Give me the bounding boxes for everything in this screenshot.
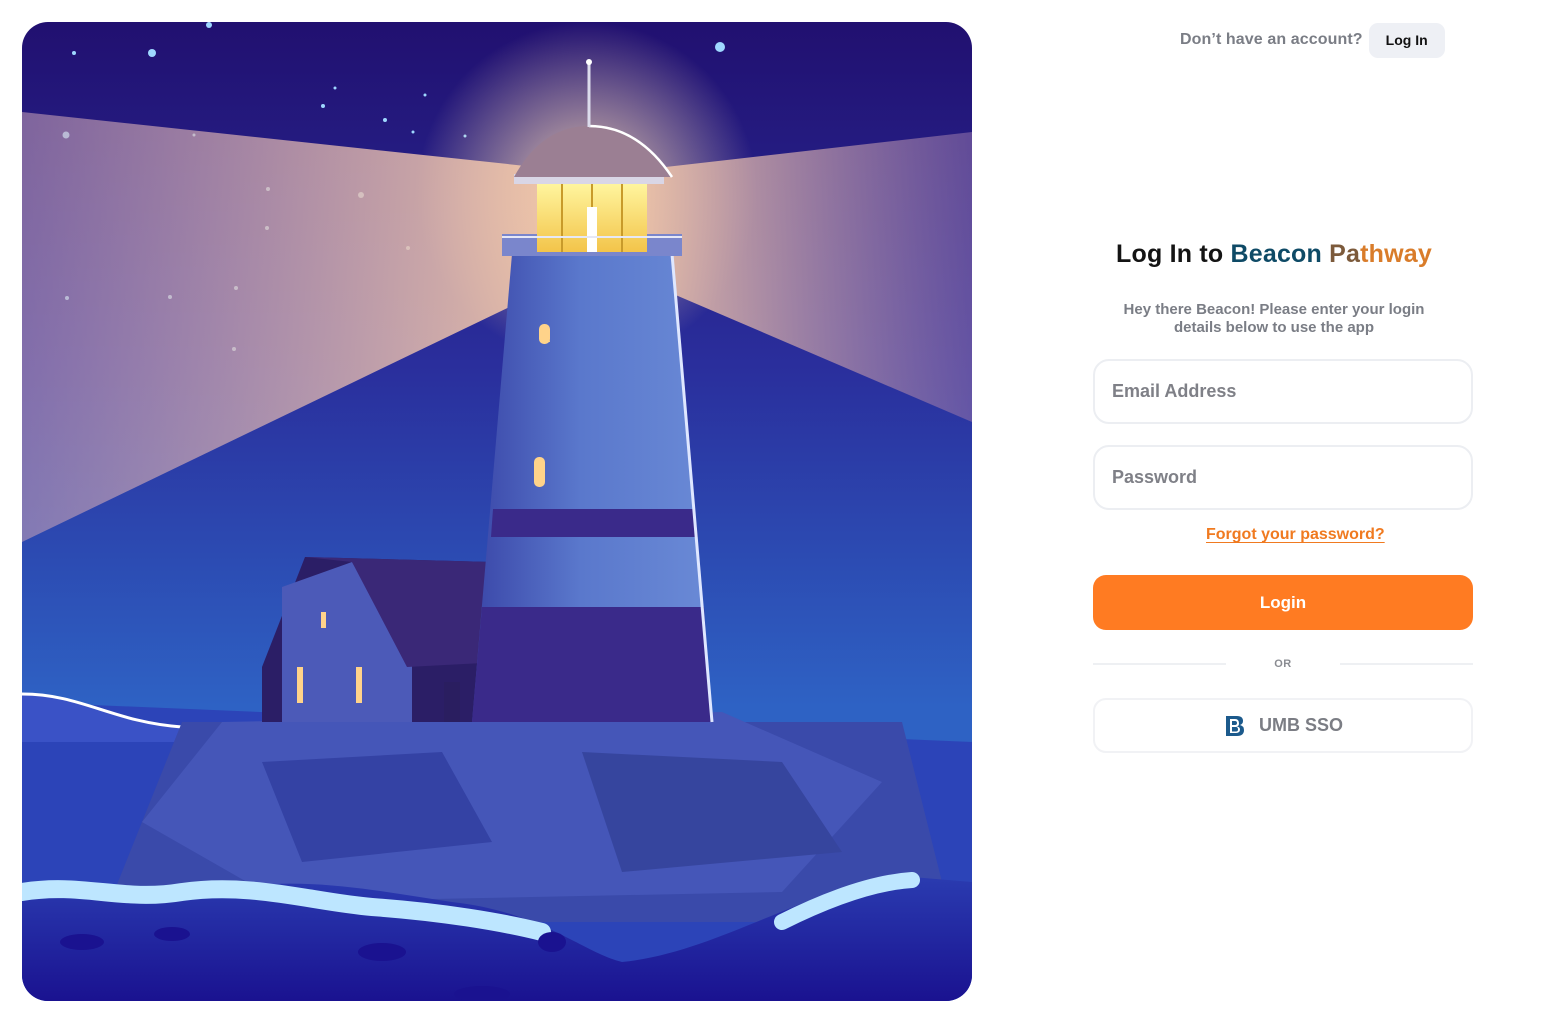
- account-prompt-bar: Don’t have an account? Log In: [1180, 22, 1445, 58]
- brand-name-part3: thway: [1360, 240, 1432, 268]
- sso-login-button[interactable]: UMB SSO: [1093, 698, 1473, 753]
- header-login-button[interactable]: Log In: [1368, 22, 1445, 58]
- login-page: Don’t have an account? Log In Log In to …: [0, 0, 1558, 1024]
- brand-name-part1: Beacon: [1230, 240, 1322, 268]
- divider-line-left: [1093, 663, 1227, 665]
- login-form: Log In to Beacon Pathway Hey there Beaco…: [1093, 240, 1473, 753]
- password-field: [1093, 445, 1473, 510]
- login-button[interactable]: Login: [1093, 575, 1473, 630]
- hero-illustration: [22, 22, 972, 1001]
- or-divider: OR: [1093, 658, 1473, 670]
- forgot-password-link[interactable]: Forgot your password?: [1206, 526, 1473, 544]
- account-prompt-text: Don’t have an account?: [1180, 31, 1363, 48]
- brand-name-part2: Pa: [1322, 240, 1361, 268]
- login-subtitle: Hey there Beacon! Please enter your logi…: [1123, 301, 1425, 336]
- divider-line-right: [1339, 663, 1473, 665]
- title-prefix: Log In to: [1116, 240, 1231, 268]
- divider-label: OR: [1274, 658, 1292, 670]
- email-field: [1093, 359, 1473, 424]
- umb-logo-icon: [1225, 715, 1244, 736]
- sso-button-label: UMB SSO: [1258, 715, 1343, 735]
- email-input[interactable]: [1112, 381, 1454, 402]
- lighthouse-illustration: [22, 22, 972, 1001]
- page-title: Log In to Beacon Pathway: [1093, 240, 1455, 269]
- password-input[interactable]: [1112, 467, 1454, 488]
